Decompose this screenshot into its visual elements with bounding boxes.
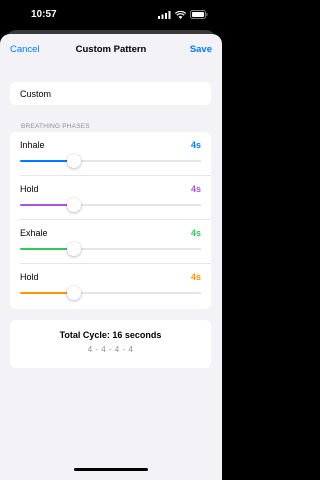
home-indicator: [74, 468, 148, 471]
phase-value: 4s: [190, 272, 201, 282]
phase-label: Exhale: [20, 228, 48, 238]
save-button[interactable]: Save: [190, 44, 212, 55]
total-cycle-title: Total Cycle: 16 seconds: [59, 330, 162, 340]
hold-slider[interactable]: [20, 198, 201, 212]
phase-value: 4s: [190, 184, 201, 194]
total-cycle-card: Total Cycle: 16 seconds 4 - 4 - 4 - 4: [10, 320, 211, 368]
signal-icon: [158, 10, 171, 19]
phase-value: 4s: [190, 140, 201, 150]
custom-pattern-sheet: Cancel Custom Pattern Save BREATHING PHA…: [0, 34, 222, 480]
slider-thumb[interactable]: [67, 286, 82, 300]
section-header-breathing-phases: BREATHING PHASES: [21, 123, 90, 130]
phase-label: Hold: [20, 272, 39, 282]
phase-row-hold: Hold 4s: [10, 176, 211, 220]
total-cycle-sequence: 4 - 4 - 4 - 4: [87, 345, 134, 354]
page-title: Custom Pattern: [75, 44, 147, 55]
slider-thumb[interactable]: [67, 154, 82, 168]
status-time: 10:57: [31, 9, 57, 20]
status-icons: [158, 10, 208, 19]
slider-thumb[interactable]: [67, 242, 82, 256]
phase-label: Hold: [20, 184, 39, 194]
slider-fill: [20, 292, 75, 294]
phase-row-exhale: Exhale 4s: [10, 220, 211, 264]
battery-icon: [190, 10, 208, 19]
hold-2-slider[interactable]: [20, 286, 201, 300]
slider-fill: [20, 248, 75, 250]
pattern-name-field[interactable]: [10, 82, 211, 105]
phase-row-inhale: Inhale 4s: [10, 132, 211, 176]
wifi-icon: [175, 10, 186, 19]
phases-card: Inhale 4s Hold 4s Exhale 4s Hold 4s: [10, 132, 211, 309]
slider-thumb[interactable]: [67, 198, 82, 212]
exhale-slider[interactable]: [20, 242, 201, 256]
status-bar: 10:57: [0, 0, 222, 30]
slider-fill: [20, 160, 75, 162]
phase-label: Inhale: [20, 140, 45, 150]
inhale-slider[interactable]: [20, 154, 201, 168]
phase-row-hold-2: Hold 4s: [10, 264, 211, 308]
slider-fill: [20, 204, 75, 206]
phase-value: 4s: [190, 228, 201, 238]
